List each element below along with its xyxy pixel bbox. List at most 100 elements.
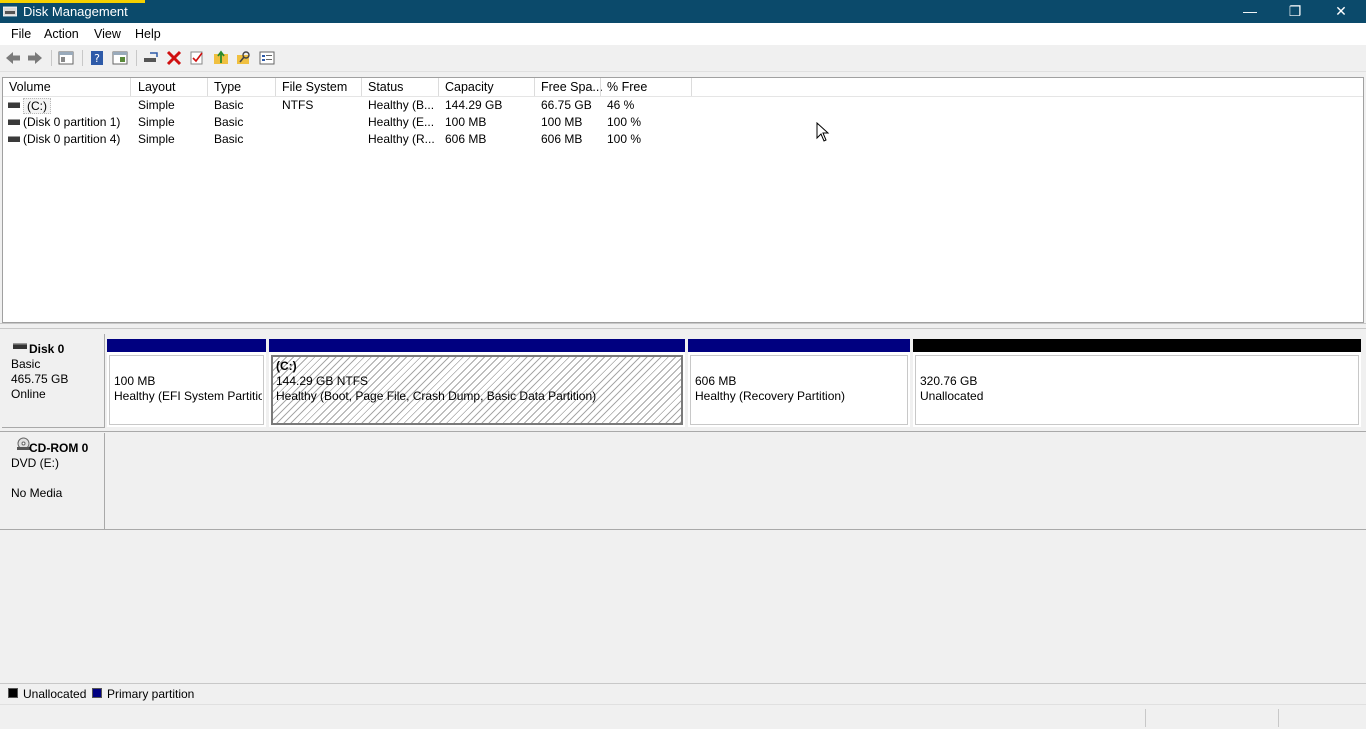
menu-file[interactable]: File [11,27,31,41]
cell-percent-free: 100 % [607,132,642,146]
up-folder-icon[interactable] [212,49,230,67]
legend-swatch-unallocated [8,688,18,698]
column-divider[interactable] [130,78,131,96]
properties-icon[interactable] [111,49,129,67]
disk-state: Online [11,387,46,401]
cell-percent-free: 100 % [607,115,642,129]
cell-capacity: 144.29 GB [445,98,503,112]
partition-size: 144.29 GB NTFS [276,374,369,388]
cell-file-system: NTFS [282,98,314,112]
toolbar-separator [136,50,137,66]
disk-name: CD-ROM 0 [29,441,89,455]
cell-status: Healthy (B... [368,98,435,112]
partition-unallocated[interactable]: 320.76 GB Unallocated [913,339,1361,427]
column-divider[interactable] [600,78,601,96]
cell-layout: Simple [138,132,175,146]
partition-status: Healthy (Boot, Page File, Crash Dump, Ba… [276,389,597,403]
back-arrow-icon[interactable] [4,49,22,67]
check-icon[interactable] [188,49,206,67]
cell-layout: Simple [138,98,175,112]
partition-efi[interactable]: 100 MB Healthy (EFI System Partitio [107,339,266,427]
status-separator [1278,709,1279,727]
svg-text:?: ? [94,52,100,65]
partition-status: Healthy (EFI System Partitio [114,389,262,403]
column-divider[interactable] [361,78,362,96]
menu-bar: File Action View Help [0,23,1366,45]
cell-volume: (C:) [23,98,128,114]
disk-name: Disk 0 [29,342,65,356]
toolbar-separator [82,50,83,66]
title-bar: Disk Management — ❐ ✕ [0,0,1366,23]
menu-view[interactable]: View [94,27,121,41]
restore-button[interactable]: ❐ [1272,0,1318,23]
disk-row-divider [0,431,1366,432]
partition-type-bar [269,339,685,352]
close-button[interactable]: ✕ [1318,0,1364,23]
cell-volume: (Disk 0 partition 1) [23,115,121,129]
table-row[interactable]: (C:) Simple Basic NTFS Healthy (B... 144… [3,97,1363,114]
cell-volume: (Disk 0 partition 4) [23,132,121,146]
menu-help[interactable]: Help [135,27,161,41]
partition-status: Unallocated [920,389,984,403]
cell-status: Healthy (R... [368,132,435,146]
connect-disk-icon[interactable] [142,49,160,67]
mouse-cursor-icon [816,122,830,142]
forward-arrow-icon[interactable] [26,49,44,67]
column-divider[interactable] [534,78,535,96]
volume-list: Volume Layout Type File System Status Ca… [2,77,1364,323]
window-title: Disk Management [23,4,128,19]
partition-size: 320.76 GB [920,374,978,388]
delete-icon[interactable] [165,49,183,67]
cell-type: Basic [214,98,244,112]
disk-state: No Media [11,486,63,500]
partition-recovery[interactable]: 606 MB Healthy (Recovery Partition) [688,339,910,427]
partition-size: 606 MB [695,374,737,388]
toolbar-separator [51,50,52,66]
help-icon[interactable]: ? [88,49,106,67]
partition-status: Healthy (Recovery Partition) [695,389,846,403]
console-tree-icon[interactable] [57,49,75,67]
disk-0-label[interactable]: Disk 0 Basic 465.75 GB Online [2,334,105,428]
column-header-file-system[interactable]: File System [282,80,347,94]
cell-free-space: 606 MB [541,132,583,146]
title-accent [0,0,145,3]
search-folder-icon[interactable] [235,49,253,67]
status-bar [0,704,1366,729]
partition-type-bar [688,339,910,352]
settings-list-icon[interactable] [258,49,276,67]
column-divider[interactable] [691,78,692,96]
menu-action[interactable]: Action [44,27,79,41]
column-header-capacity[interactable]: Capacity [445,80,494,94]
disk-type: Basic [11,357,41,371]
partition-label: (C:) [276,359,297,373]
cell-capacity: 100 MB [445,115,487,129]
drive-icon [8,136,20,142]
partition-type-bar [107,339,266,352]
status-separator [1145,709,1146,727]
column-header-layout[interactable]: Layout [138,80,176,94]
table-row[interactable]: (Disk 0 partition 1) Simple Basic Health… [3,114,1363,131]
column-header-volume[interactable]: Volume [9,80,51,94]
column-divider[interactable] [207,78,208,96]
minimize-button[interactable]: — [1227,0,1273,23]
legend-label: Primary partition [107,687,195,701]
column-divider[interactable] [438,78,439,96]
legend-label: Unallocated [23,687,87,701]
cell-type: Basic [214,132,244,146]
cell-type: Basic [214,115,244,129]
table-row[interactable]: (Disk 0 partition 4) Simple Basic Health… [3,131,1363,148]
toolbar: ? [0,45,1366,72]
volume-list-header: Volume Layout Type File System Status Ca… [3,78,1363,97]
column-divider[interactable] [275,78,276,96]
disk-type: DVD (E:) [11,456,59,470]
cdrom-0-label[interactable]: CD-ROM 0 DVD (E:) No Media [2,433,105,530]
column-header-free-space[interactable]: Free Spa... [541,80,603,94]
column-header-status[interactable]: Status [368,80,403,94]
column-header-type[interactable]: Type [214,80,241,94]
legend-swatch-primary [92,688,102,698]
cell-free-space: 66.75 GB [541,98,592,112]
cell-layout: Simple [138,115,175,129]
column-header-percent-free[interactable]: % Free [607,80,647,94]
disk-row-divider [0,529,1366,530]
partition-c[interactable]: (C:) 144.29 GB NTFS Healthy (Boot, Page … [269,339,685,427]
